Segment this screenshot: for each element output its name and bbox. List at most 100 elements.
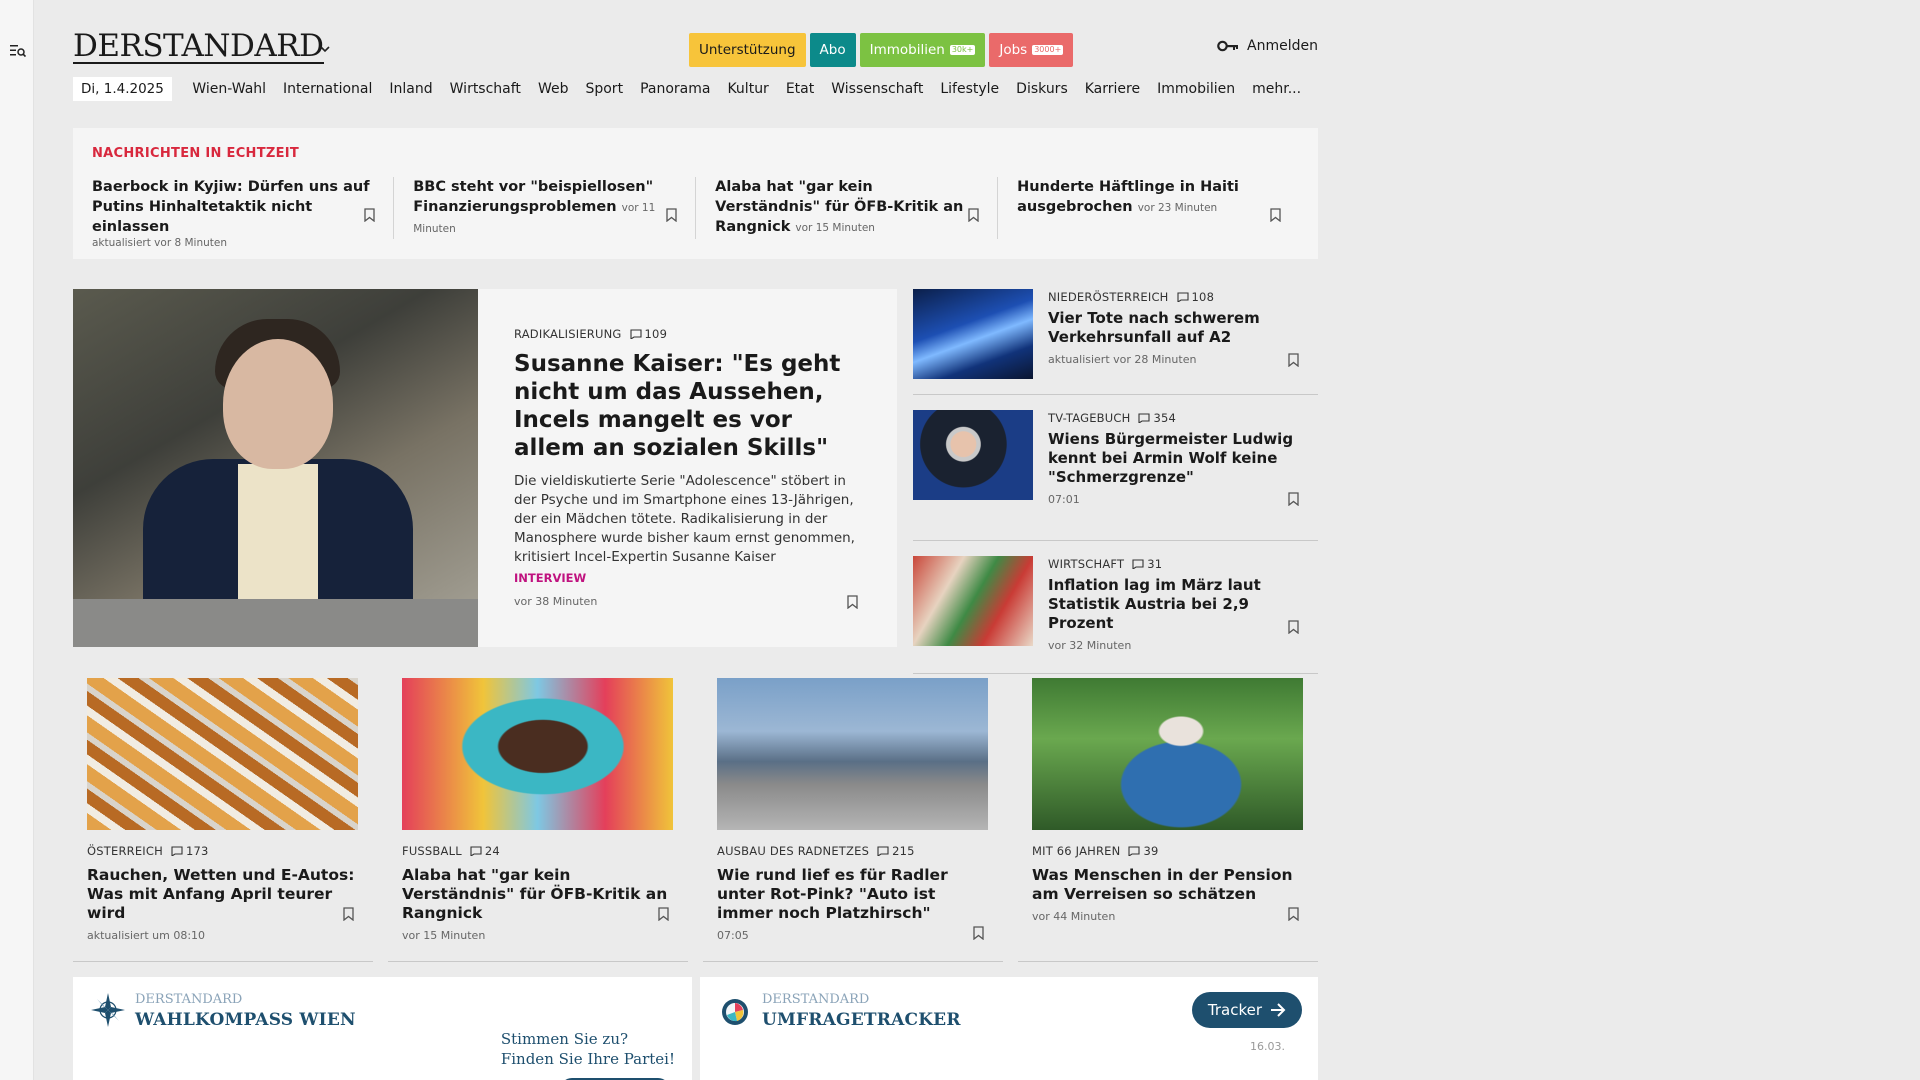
story-headline[interactable]: Vier Tote nach schwerem Verkehrsunfall a… <box>1048 309 1318 347</box>
lead-story-image[interactable] <box>73 289 478 647</box>
side-story[interactable]: NIEDERÖSTERREICH 108 Vier Tote nach schw… <box>913 289 1318 395</box>
support-button[interactable]: Unterstützung <box>689 33 806 67</box>
kicker-label: FUSSBALL <box>402 844 462 858</box>
live-news-item[interactable]: Hunderte Häftlinge in Haiti ausgebrochen… <box>997 177 1299 239</box>
story-card[interactable]: FUSSBALL 24 Alaba hat "gar kein Verständ… <box>388 664 688 962</box>
bookmark-icon[interactable] <box>968 208 979 222</box>
login-button[interactable]: Anmelden <box>1217 38 1318 54</box>
comment-count-value: 24 <box>484 844 500 858</box>
story-headline[interactable]: Alaba hat "gar kein Verständnis" für ÖFB… <box>402 866 674 923</box>
story-headline[interactable]: Wie rund lief es für Radler unter Rot-Pi… <box>717 866 989 923</box>
live-news-list: Baerbock in Kyjiw: Dürfen uns auf Putins… <box>92 177 1299 249</box>
story-timestamp: vor 32 Minuten <box>1048 639 1132 652</box>
module-title: WAHLKOMPASS WIEN <box>135 1010 356 1030</box>
bookmark-icon[interactable] <box>973 926 984 940</box>
story-image[interactable] <box>717 678 988 830</box>
side-stories: NIEDERÖSTERREICH 108 Vier Tote nach schw… <box>913 289 1318 674</box>
nav-item-international[interactable]: International <box>275 81 381 97</box>
bookmark-icon[interactable] <box>1288 492 1299 506</box>
bookmark-icon[interactable] <box>1288 907 1299 921</box>
story-kicker: RADIKALISIERUNG 109 <box>514 327 869 341</box>
comment-count[interactable]: 24 <box>470 844 500 858</box>
story-image[interactable] <box>1032 678 1303 830</box>
story-thumbnail[interactable] <box>913 410 1033 500</box>
live-news-headline[interactable]: BBC steht vor "beispiellosen" Finanzieru… <box>413 179 653 215</box>
live-news-item[interactable]: Alaba hat "gar kein Verständnis" für ÖFB… <box>695 177 997 239</box>
module-brand: DERSTANDARD <box>135 992 243 1007</box>
site-logo[interactable]: DERSTANDARD <box>73 30 324 64</box>
story-headline[interactable]: Was Menschen in der Pension am Verreisen… <box>1032 866 1304 904</box>
story-timestamp: 07:01 <box>1048 493 1080 506</box>
live-news-item[interactable]: BBC steht vor "beispiellosen" Finanzieru… <box>393 177 695 239</box>
tracker-button[interactable]: Tracker <box>1191 992 1302 1028</box>
wahlkompass-module[interactable]: DERSTANDARD WAHLKOMPASS WIEN Stimmen Sie… <box>73 977 692 1080</box>
story-image[interactable] <box>402 678 673 830</box>
story-format-label: INTERVIEW <box>514 571 587 585</box>
comment-count[interactable]: 39 <box>1128 844 1158 858</box>
story-thumbnail[interactable] <box>913 289 1033 379</box>
login-label: Anmelden <box>1247 38 1318 54</box>
lead-story-headline[interactable]: Susanne Kaiser: "Es geht nicht um das Au… <box>514 350 869 462</box>
nav-item-etat[interactable]: Etat <box>777 81 822 97</box>
comment-icon <box>1132 559 1144 569</box>
bookmark-icon[interactable] <box>847 595 858 609</box>
comment-count[interactable]: 109 <box>629 327 668 341</box>
story-thumbnail[interactable] <box>913 556 1033 646</box>
comment-count[interactable]: 173 <box>171 844 209 858</box>
nav-item-panorama[interactable]: Panorama <box>632 81 719 97</box>
bookmark-icon[interactable] <box>658 907 669 921</box>
live-news-item[interactable]: Baerbock in Kyjiw: Dürfen uns auf Putins… <box>92 177 393 249</box>
nav-item-sport[interactable]: Sport <box>577 81 632 97</box>
bookmark-icon[interactable] <box>1288 353 1299 367</box>
immobilien-button[interactable]: Immobilien 30k+ <box>859 33 986 67</box>
comment-count[interactable]: 31 <box>1132 557 1162 571</box>
bookmark-icon[interactable] <box>1270 208 1281 222</box>
nav-item-immobilien[interactable]: Immobilien <box>1149 81 1244 97</box>
nav-item-web[interactable]: Web <box>529 81 577 97</box>
side-story[interactable]: TV-TAGEBUCH 354 Wiens Bürgermeister Ludw… <box>913 410 1318 541</box>
bookmark-icon[interactable] <box>343 907 354 921</box>
story-headline[interactable]: Inflation lag im März laut Statistik Aus… <box>1048 576 1318 633</box>
nav-item-wissenschaft[interactable]: Wissenschaft <box>823 81 932 97</box>
nav-item-wirtschaft[interactable]: Wirtschaft <box>441 81 529 97</box>
lead-story[interactable]: RADIKALISIERUNG 109 Susanne Kaiser: "Es … <box>73 289 897 647</box>
left-sidebar <box>0 0 34 1080</box>
bookmark-icon[interactable] <box>666 208 677 222</box>
nav-item-wien-wahl[interactable]: Wien-Wahl <box>184 81 275 97</box>
chevron-down-icon[interactable] <box>319 43 331 55</box>
nav-item-karriere[interactable]: Karriere <box>1076 81 1148 97</box>
bookmark-icon[interactable] <box>1288 620 1299 634</box>
jobs-button[interactable]: Jobs 3000+ <box>989 33 1074 67</box>
header-pills: Unterstützung Abo Immobilien 30k+ Jobs 300… <box>689 33 1074 67</box>
nav-item-inland[interactable]: Inland <box>381 81 441 97</box>
cta-line: Finden Sie Ihre Partei! <box>500 1050 675 1068</box>
side-story[interactable]: WIRTSCHAFT 31 Inflation lag im März laut… <box>913 556 1318 674</box>
live-news-headline[interactable]: Baerbock in Kyjiw: Dürfen uns auf Putins… <box>92 179 370 235</box>
umfragetracker-module[interactable]: DERSTANDARD UMFRAGETRACKER Tracker 16.03… <box>700 977 1318 1080</box>
nav-item-diskurs[interactable]: Diskurs <box>1008 81 1077 97</box>
story-headline[interactable]: Wiens Bürgermeister Ludwig kennt bei Arm… <box>1048 430 1318 487</box>
menu-search-icon[interactable] <box>10 44 26 58</box>
comment-count[interactable]: 215 <box>877 844 915 858</box>
bookmark-icon[interactable] <box>364 208 375 222</box>
wahlkompass-cta: Stimmen Sie zu? Finden Sie Ihre Partei! <box>501 1029 675 1069</box>
nav-item-kultur[interactable]: Kultur <box>719 81 777 97</box>
support-label: Unterstützung <box>699 42 796 58</box>
module-title: UMFRAGETRACKER <box>762 1010 961 1030</box>
tracker-date: 16.03. <box>1250 1040 1285 1053</box>
story-grid: ÖSTERREICH 173 Rauchen, Wetten und E-Aut… <box>73 664 1318 962</box>
story-image[interactable] <box>87 678 358 830</box>
comment-count[interactable]: 354 <box>1138 411 1176 425</box>
story-headline[interactable]: Rauchen, Wetten und E-Autos: Was mit Anf… <box>87 866 359 923</box>
story-card[interactable]: AUSBAU DES RADNETZES 215 Wie rund lief e… <box>703 664 1003 962</box>
story-card[interactable]: ÖSTERREICH 173 Rauchen, Wetten und E-Aut… <box>73 664 373 962</box>
nav-item-lifestyle[interactable]: Lifestyle <box>932 81 1008 97</box>
lead-story-teaser: Die vieldiskutierte Serie "Adolescence" … <box>514 473 855 565</box>
module-brand: DERSTANDARD <box>762 992 870 1007</box>
nav-item-more[interactable]: mehr... <box>1244 81 1310 97</box>
current-date: Di, 1.4.2025 <box>73 77 172 101</box>
abo-button[interactable]: Abo <box>809 33 856 67</box>
story-timestamp: vor 15 Minuten <box>402 929 486 942</box>
story-card[interactable]: MIT 66 JAHREN 39 Was Menschen in der Pen… <box>1018 664 1318 962</box>
comment-count[interactable]: 108 <box>1176 290 1215 304</box>
